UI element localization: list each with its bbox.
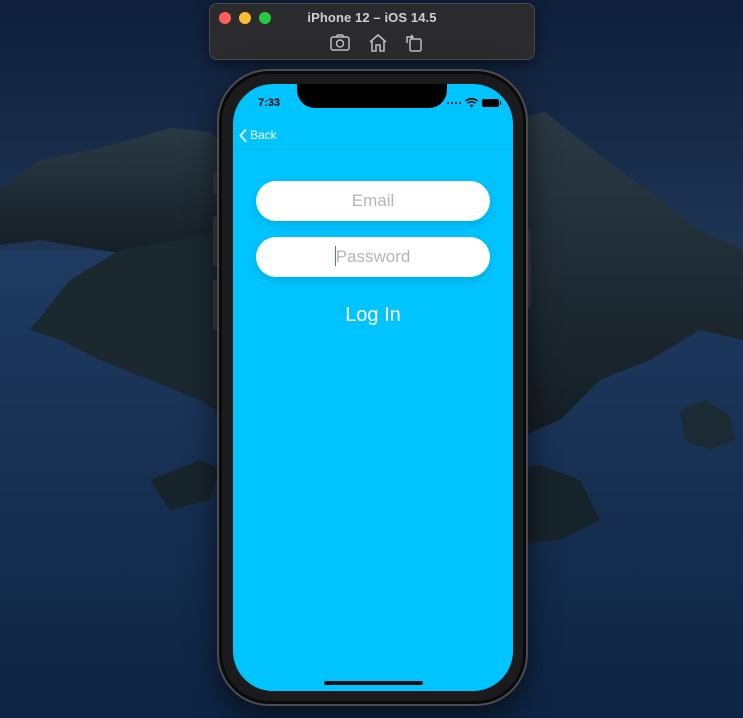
text-cursor bbox=[335, 246, 336, 266]
wifi-icon bbox=[465, 98, 478, 108]
home-icon[interactable] bbox=[366, 31, 390, 55]
email-field[interactable] bbox=[256, 181, 490, 221]
window-title: iPhone 12 – iOS 14.5 bbox=[307, 10, 437, 25]
notch bbox=[297, 84, 447, 108]
chevron-left-icon bbox=[239, 128, 247, 142]
navigation-bar: Back bbox=[233, 120, 513, 150]
signal-icon bbox=[447, 102, 461, 104]
home-indicator[interactable] bbox=[324, 681, 423, 685]
password-field[interactable] bbox=[256, 237, 490, 277]
back-button[interactable]: Back bbox=[239, 126, 277, 144]
status-icons bbox=[447, 97, 501, 109]
simulator-toolbar: iPhone 12 – iOS 14.5 bbox=[209, 3, 535, 60]
back-label: Back bbox=[250, 128, 277, 142]
rotate-icon[interactable] bbox=[402, 31, 426, 55]
screenshot-icon[interactable] bbox=[328, 31, 352, 55]
app-screen: 7:33 Back Log In bbox=[233, 84, 513, 691]
status-time: 7:33 bbox=[258, 97, 281, 109]
log-in-button[interactable]: Log In bbox=[233, 300, 513, 330]
battery-icon bbox=[482, 99, 501, 107]
